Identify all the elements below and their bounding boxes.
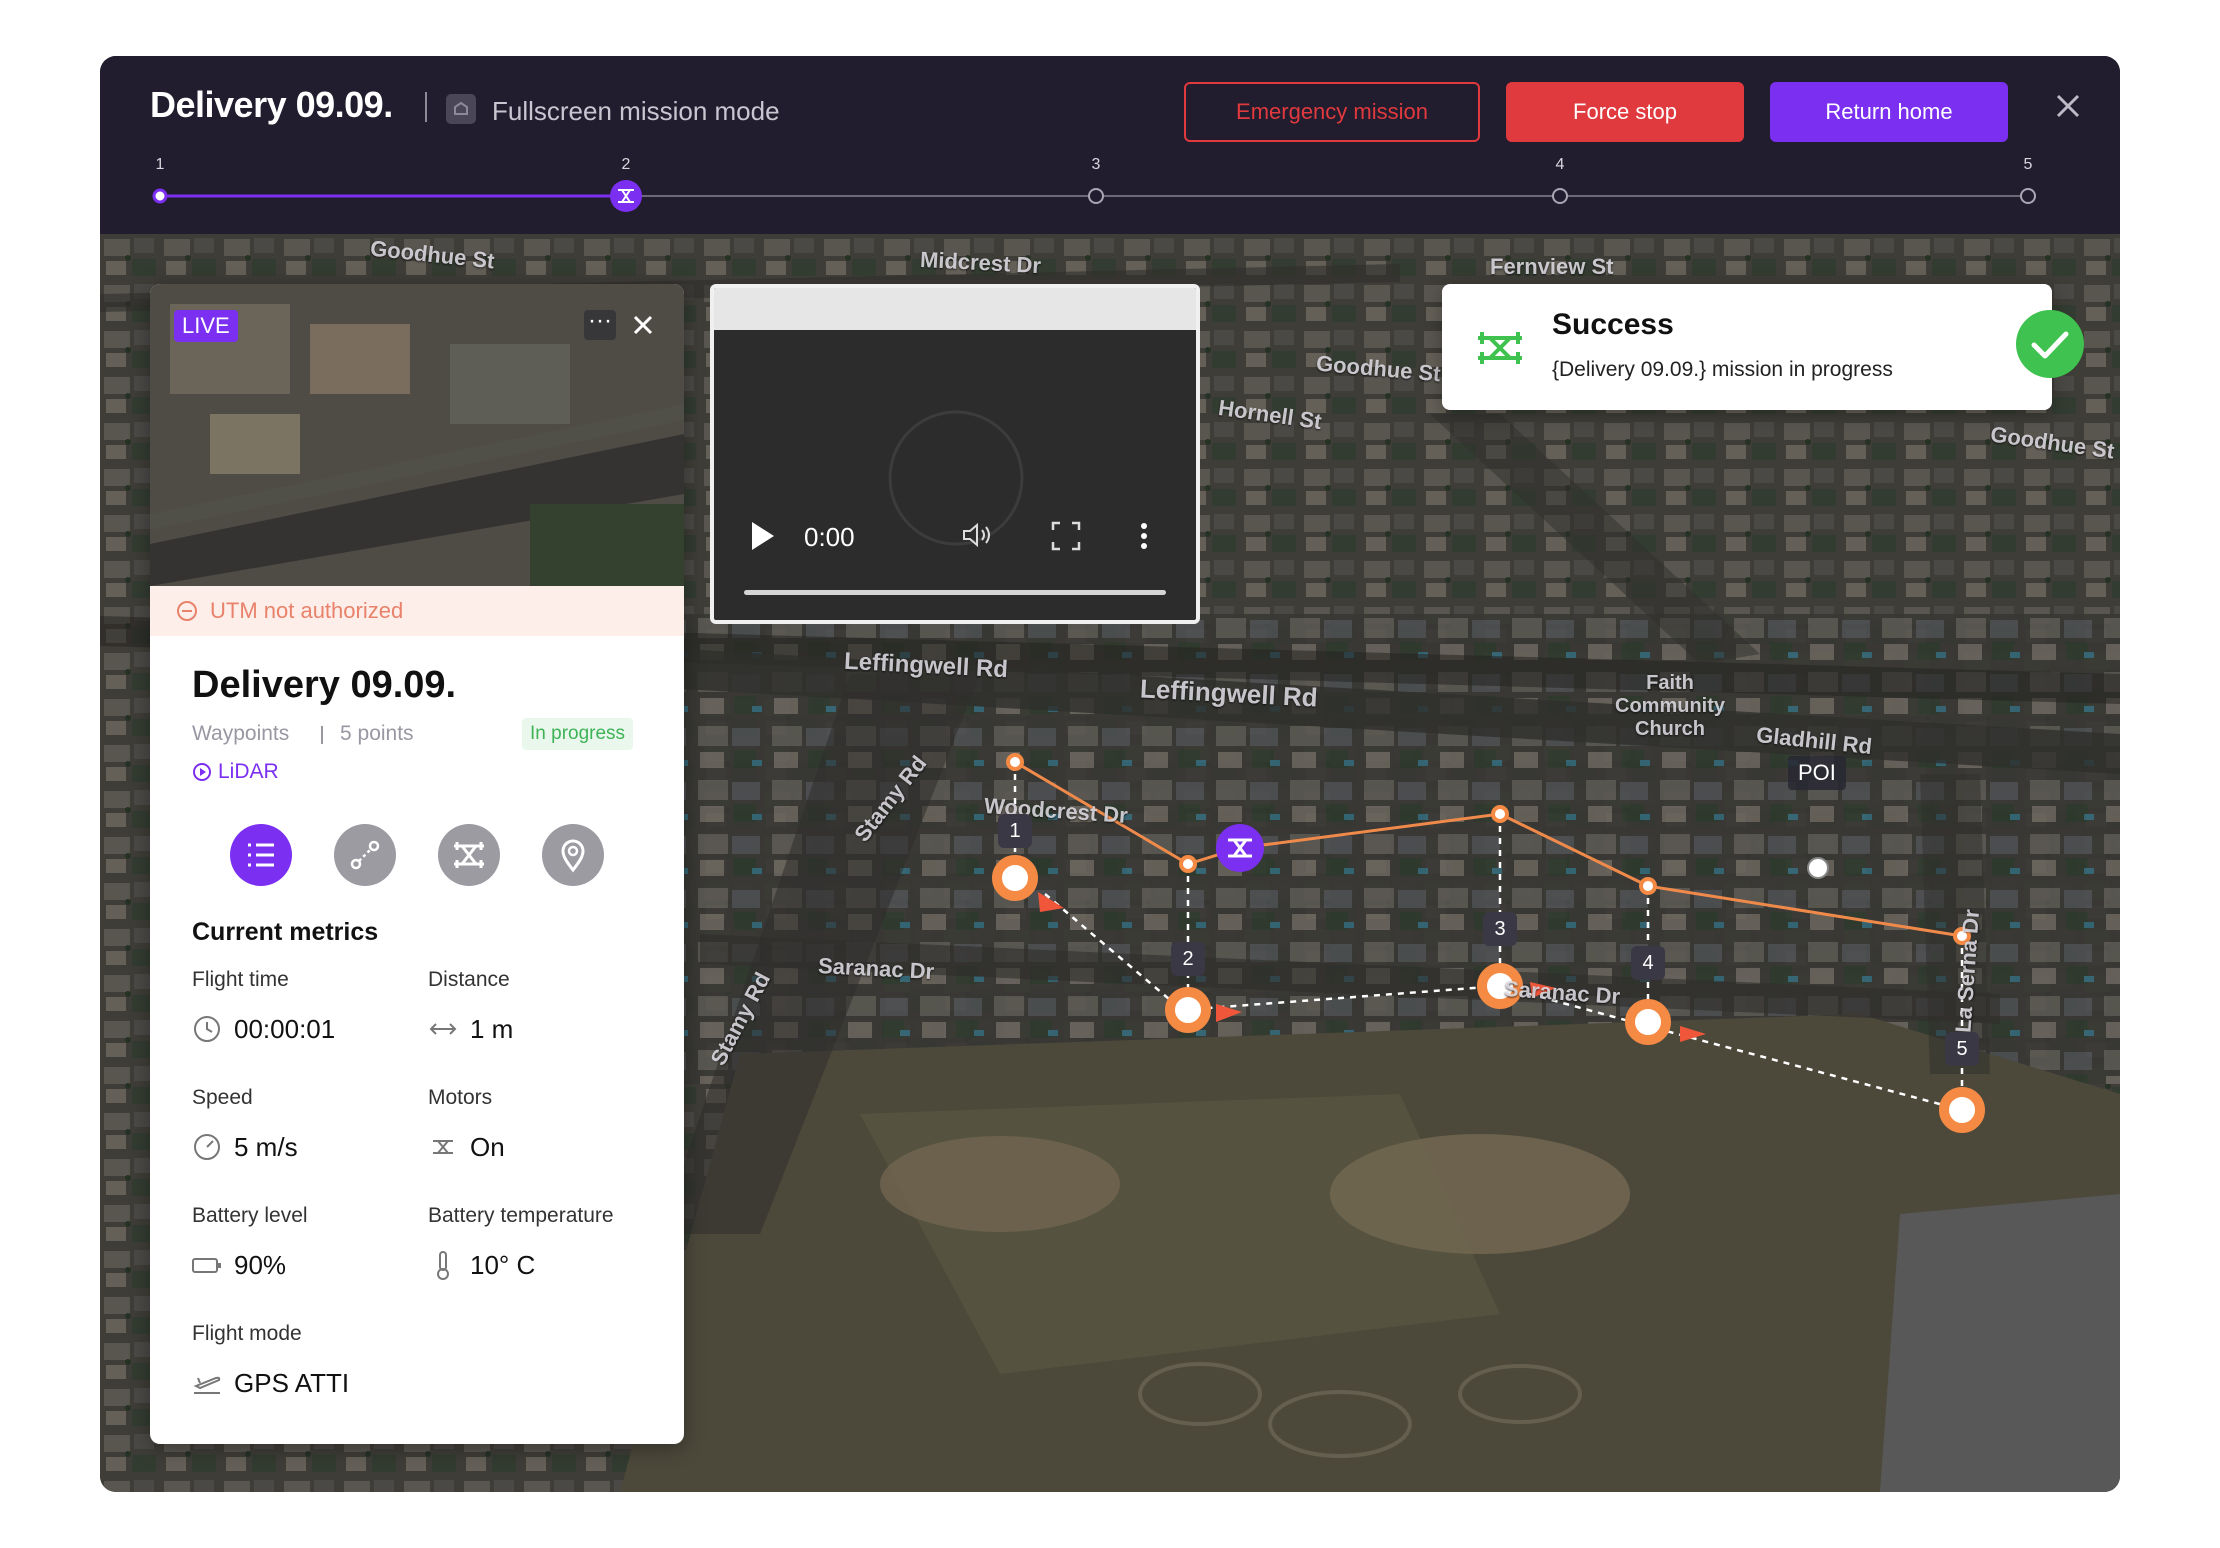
airplane-icon [193, 1376, 221, 1394]
video-time: 0:00 [804, 522, 855, 552]
flight-time-label: Flight time [192, 968, 289, 991]
distance-label: Distance [428, 968, 510, 991]
video-frame [888, 410, 1024, 546]
drone-icon [454, 842, 484, 868]
toast-title: Success [1552, 308, 1674, 341]
drone-icon [433, 1140, 453, 1154]
mission-window: Goodhue St Midcrest Dr Fernview St Goodh… [100, 56, 2120, 1492]
horizontal-arrows-icon [429, 1023, 457, 1035]
fullscreen-mode-icon[interactable] [446, 94, 476, 124]
location-pin-icon [561, 839, 585, 873]
waypoint-number[interactable]: 5 [1945, 1032, 1979, 1066]
poi-label[interactable]: POI [1788, 756, 1846, 790]
battery-temperature-value: 10° C [470, 1250, 536, 1280]
waypoint-number[interactable]: 2 [1171, 942, 1205, 976]
list-icon [248, 843, 274, 867]
flight-mode-value: GPS ATTI [234, 1368, 350, 1398]
waypoints-label: Waypoints [192, 722, 290, 745]
flight-time-value: 00:00:01 [234, 1014, 336, 1044]
check-circle-icon [2016, 310, 2084, 378]
battery-level-label: Battery level [192, 1204, 308, 1227]
video-player[interactable]: 0:00 [710, 284, 1200, 624]
fullscreen-icon[interactable] [1050, 520, 1082, 552]
mission-details-panel: LIVE ··· UTM not authorized Delivery 09.… [150, 284, 684, 1444]
location-button[interactable] [542, 824, 604, 886]
clock-icon [194, 1016, 220, 1042]
battery-temperature-label: Battery temperature [428, 1204, 614, 1227]
close-icon[interactable] [2048, 86, 2088, 126]
play-circle-icon [193, 763, 211, 781]
mission-name: Delivery 09.09. [192, 664, 457, 706]
divider [425, 92, 427, 122]
route-button[interactable] [334, 824, 396, 886]
more-vertical-icon[interactable] [1138, 520, 1150, 552]
mission-title: Delivery 09.09. [150, 84, 393, 125]
play-icon[interactable] [748, 520, 778, 552]
force-stop-button[interactable]: Force stop [1506, 82, 1744, 142]
thermometer-icon [437, 1251, 449, 1280]
waypoint-number[interactable]: 3 [1483, 912, 1517, 946]
fullscreen-mode-label: Fullscreen mission mode [492, 96, 780, 126]
street-label: Fernview St [1490, 254, 1614, 279]
return-home-button[interactable]: Return home [1770, 82, 2008, 142]
progress-track [152, 180, 2036, 212]
waypoint-number[interactable]: 4 [1631, 946, 1665, 980]
speedometer-icon [194, 1134, 220, 1160]
close-icon[interactable] [628, 310, 658, 340]
speed-label: Speed [192, 1086, 253, 1109]
utm-status-banner: UTM not authorized [150, 586, 684, 636]
toast-message: {Delivery 09.09.} mission in progress [1552, 358, 1893, 381]
distance-value: 1 m [470, 1014, 514, 1044]
drone-button[interactable] [438, 824, 500, 886]
waypoint-number[interactable]: 1 [998, 814, 1032, 848]
utm-status-text: UTM not authorized [210, 598, 404, 623]
battery-level-value: 90% [234, 1250, 287, 1280]
success-toast: Success {Delivery 09.09.} mission in pro… [1442, 284, 2052, 410]
status-badge: In progress [522, 718, 634, 750]
drone-icon [1478, 332, 1522, 364]
motors-value: On [470, 1132, 505, 1162]
waypoints-count: 5 points [340, 722, 414, 745]
minus-circle-icon [177, 601, 197, 621]
list-button[interactable] [230, 824, 292, 886]
route-icon [350, 840, 380, 870]
landmark-label: Faith Community Church [1615, 672, 1725, 740]
battery-icon [192, 1258, 221, 1273]
top-bar: Delivery 09.09. Fullscreen mission mode … [100, 56, 2120, 234]
metrics-title: Current metrics [192, 918, 379, 946]
sensor-label[interactable]: LiDAR [218, 760, 279, 784]
mission-progress: 1 2 3 4 5 [100, 156, 2120, 216]
more-options-icon[interactable]: ··· [584, 309, 616, 340]
volume-icon[interactable] [960, 520, 994, 550]
motors-label: Motors [428, 1086, 493, 1109]
divider [321, 726, 323, 744]
live-badge: LIVE [174, 310, 238, 342]
flight-mode-label: Flight mode [192, 1322, 302, 1345]
speed-value: 5 m/s [234, 1132, 298, 1162]
emergency-mission-button[interactable]: Emergency mission [1184, 82, 1480, 142]
video-progress-bar[interactable] [744, 590, 1166, 595]
